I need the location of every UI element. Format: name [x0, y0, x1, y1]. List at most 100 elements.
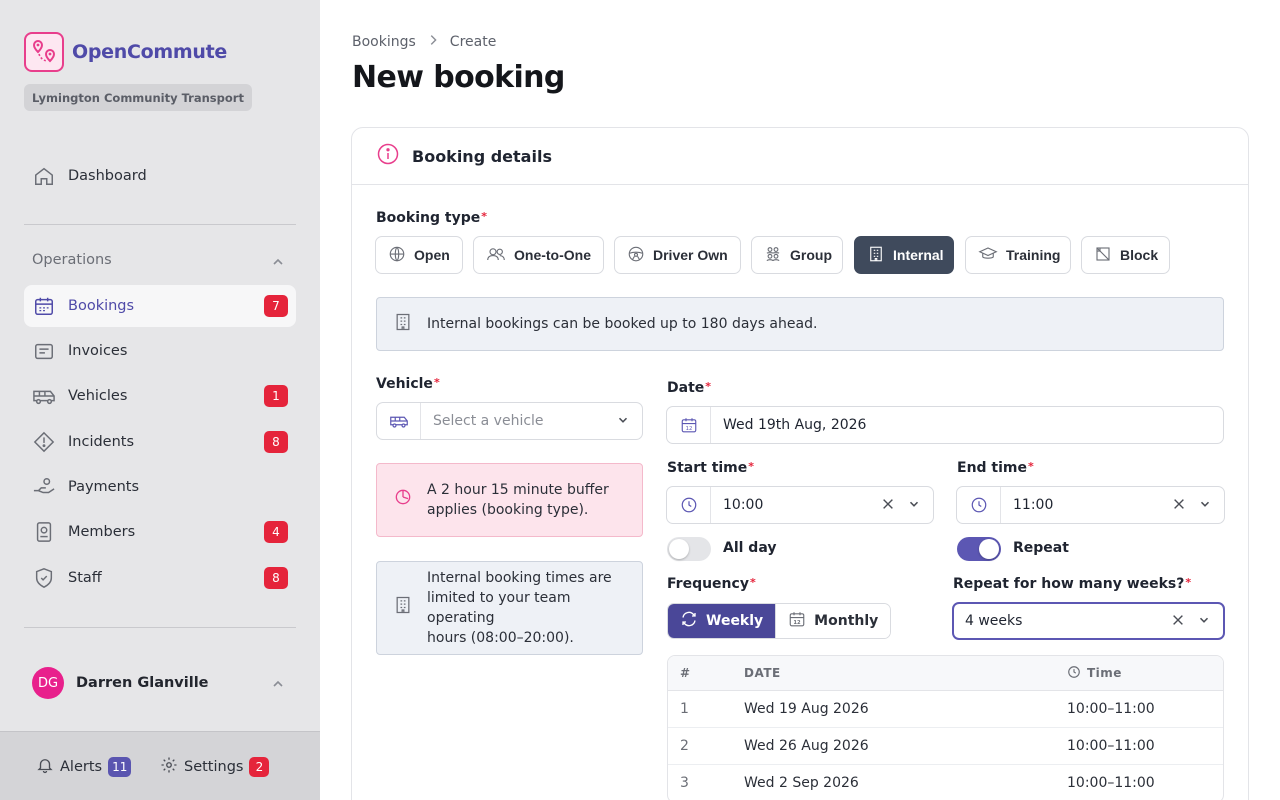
chevron-down-icon[interactable]	[1198, 496, 1212, 515]
clear-x-icon[interactable]	[1171, 612, 1185, 631]
sidebar-footer: Alerts 11 Settings 2	[0, 731, 320, 800]
card-header: Booking details	[352, 128, 1248, 185]
user-name: Darren Glanville	[76, 675, 209, 691]
vehicles-count-badge: 1	[264, 385, 288, 407]
nav-vehicles[interactable]: Vehicles 1	[24, 375, 296, 417]
internal-info-text: Internal bookings can be booked up to 18…	[427, 316, 818, 332]
sidebar-divider	[24, 627, 296, 628]
settings-count-badge: 2	[249, 757, 270, 777]
nav-incidents-label: Incidents	[68, 434, 135, 450]
booking-type-group[interactable]: Group	[751, 236, 843, 274]
header-time: Time	[1067, 656, 1122, 690]
clock-pie-icon	[393, 487, 413, 513]
end-time-select[interactable]: 11:00	[956, 486, 1225, 524]
table-row: 2 Wed 26 Aug 2026 10:00–11:00	[668, 728, 1223, 765]
end-time-value: 11:00	[1013, 497, 1054, 513]
operations-section-title[interactable]: Operations	[32, 252, 112, 268]
booking-type-training-label: Training	[1006, 247, 1061, 263]
app-name: OpenCommute	[72, 41, 227, 63]
booking-type-one-to-one[interactable]: One-to-One	[473, 236, 604, 274]
clear-x-icon[interactable]	[881, 496, 895, 515]
chevron-right-icon	[426, 33, 440, 51]
date-label: Date*	[667, 380, 712, 396]
row-number: 3	[680, 775, 689, 791]
vehicle-label-text: Vehicle	[376, 376, 433, 392]
sidebar: OpenCommute Lymington Community Transpor…	[0, 0, 320, 800]
users-icon	[486, 245, 506, 266]
block-icon	[1094, 245, 1112, 266]
booking-type-open[interactable]: Open	[375, 236, 463, 274]
chevron-down-icon[interactable]	[907, 496, 921, 515]
buffer-alert-line1: A 2 hour 15 minute buffer	[427, 482, 609, 498]
nav-members[interactable]: Members 4	[24, 511, 296, 553]
booking-type-driver-own[interactable]: Driver Own	[614, 236, 741, 274]
repeat-weeks-label: Repeat for how many weeks?*	[953, 576, 1192, 592]
staff-count-badge: 8	[264, 567, 288, 589]
booking-type-training[interactable]: Training	[965, 236, 1071, 274]
booking-type-internal[interactable]: Internal	[854, 236, 954, 274]
repeat-weeks-select[interactable]: 4 weeks	[952, 602, 1225, 640]
row-date: Wed 19 Aug 2026	[744, 701, 869, 717]
globe-icon	[388, 245, 406, 266]
repeat-toggle[interactable]	[957, 537, 1001, 561]
info-circle-icon	[376, 142, 400, 170]
all-day-toggle[interactable]	[667, 537, 711, 561]
nav-dashboard[interactable]: Dashboard	[24, 155, 296, 197]
chevron-down-icon[interactable]	[1197, 612, 1211, 631]
bell-icon	[36, 756, 54, 778]
clear-x-icon[interactable]	[1172, 496, 1186, 515]
booking-type-group-label: Group	[790, 247, 832, 263]
page-title: New booking	[352, 60, 565, 95]
nav-payments[interactable]: Payments	[24, 466, 296, 508]
home-icon	[32, 164, 56, 188]
table-header: # DATE Time	[668, 656, 1223, 691]
vehicle-select[interactable]: Select a vehicle	[376, 402, 643, 440]
nav-incidents[interactable]: Incidents 8	[24, 421, 296, 463]
chevron-up-icon[interactable]	[270, 676, 286, 696]
clock-icon	[957, 487, 1001, 523]
row-date: Wed 26 Aug 2026	[744, 738, 869, 754]
shield-icon	[32, 566, 56, 590]
frequency-monthly-button[interactable]: 12 Monthly	[775, 604, 891, 638]
calendar-icon: 12	[788, 610, 806, 632]
app-logo[interactable]: OpenCommute	[24, 32, 227, 72]
alerts-label: Alerts	[60, 759, 103, 775]
bus-icon	[377, 403, 421, 439]
booking-type-label-text: Booking type	[376, 210, 481, 226]
chevron-down-icon[interactable]	[616, 412, 630, 431]
gear-icon	[160, 756, 178, 778]
bus-icon	[32, 384, 56, 408]
building-icon	[393, 312, 413, 336]
graduation-cap-icon	[978, 245, 998, 266]
chevron-up-icon[interactable]	[270, 254, 286, 274]
date-value: Wed 19th Aug, 2026	[723, 417, 867, 433]
breadcrumb-bookings-link[interactable]: Bookings	[352, 34, 416, 50]
settings-button[interactable]: Settings 2	[160, 756, 270, 778]
start-time-select[interactable]: 10:00	[666, 486, 934, 524]
alerts-button[interactable]: Alerts 11	[36, 756, 132, 778]
vehicle-select-placeholder: Select a vehicle	[433, 413, 544, 429]
date-field[interactable]: 12 Wed 19th Aug, 2026	[666, 406, 1224, 444]
settings-label: Settings	[184, 759, 244, 775]
steering-wheel-icon	[627, 245, 645, 266]
bookings-count-badge: 7	[264, 295, 288, 317]
buffer-alert-line2: applies (booking type).	[427, 502, 589, 518]
booking-type-driver-own-label: Driver Own	[653, 247, 728, 263]
booking-type-block[interactable]: Block	[1081, 236, 1170, 274]
calendar-icon: 12	[667, 407, 711, 443]
clock-icon	[667, 487, 711, 523]
all-day-label: All day	[723, 540, 777, 556]
nav-bookings[interactable]: Bookings 7	[24, 285, 296, 327]
svg-text:12: 12	[685, 426, 692, 432]
start-time-label: Start time*	[667, 460, 755, 476]
nav-staff[interactable]: Staff 8	[24, 557, 296, 599]
frequency-weekly-button[interactable]: Weekly	[668, 604, 776, 638]
nav-staff-label: Staff	[68, 570, 102, 586]
nav-invoices[interactable]: Invoices	[24, 330, 296, 372]
end-time-label: End time*	[957, 460, 1034, 476]
user-menu[interactable]: DG Darren Glanville	[32, 667, 209, 699]
group-icon	[764, 245, 782, 266]
nav-vehicles-label: Vehicles	[68, 388, 128, 404]
header-number: #	[680, 666, 691, 680]
buffer-alert: A 2 hour 15 minute buffer applies (booki…	[376, 463, 643, 537]
